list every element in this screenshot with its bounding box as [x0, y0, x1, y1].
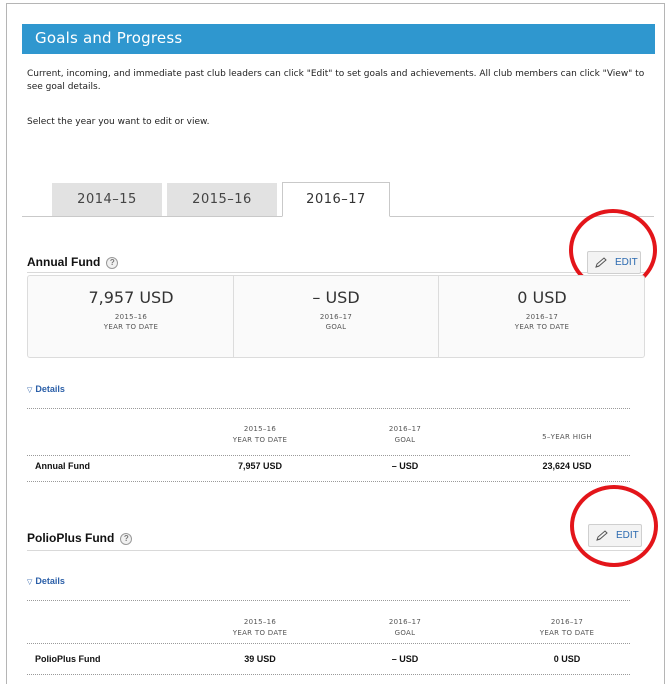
- table-cell: – USD: [391, 461, 419, 471]
- details-divider: [27, 455, 630, 456]
- table-cell: 7,957 USD: [237, 461, 283, 471]
- table-row-label: PolioPlus Fund: [35, 654, 101, 664]
- summary-amount: 0 USD: [517, 288, 567, 307]
- details-divider: [27, 481, 630, 482]
- polioplus-fund-title-label: PolioPlus Fund: [27, 531, 115, 545]
- tab-2015-16[interactable]: 2015–16: [167, 183, 277, 216]
- summary-amount: – USD: [312, 288, 360, 307]
- column-header-year: 2016–17: [388, 618, 422, 626]
- column-header-caption: GOAL: [394, 436, 416, 444]
- select-year-text: Select the year you want to edit or view…: [27, 117, 210, 127]
- column-header: 2015–16 YEAR TO DATE: [205, 424, 315, 446]
- column-header: 2016–17 YEAR TO DATE: [512, 617, 622, 639]
- details-divider: [27, 643, 630, 644]
- annual-fund-rule: [27, 272, 645, 273]
- annual-fund-title-label: Annual Fund: [27, 255, 101, 269]
- annual-fund-details-toggle[interactable]: ▽ Details: [27, 384, 65, 394]
- details-divider: [27, 600, 630, 601]
- details-label: Details: [35, 384, 65, 394]
- page-title: Goals and Progress: [35, 29, 183, 47]
- column-header-year: 2016–17: [550, 618, 584, 626]
- polioplus-fund-rule: [27, 550, 645, 551]
- column-header-caption: 5–YEAR HIGH: [542, 433, 592, 441]
- column-header-caption: GOAL: [394, 629, 416, 637]
- polioplus-fund-details-toggle[interactable]: ▽ Details: [27, 576, 65, 586]
- table-cell: 0 USD: [553, 654, 581, 664]
- help-icon[interactable]: ?: [120, 532, 133, 545]
- column-header: 2016–17 GOAL: [350, 617, 460, 639]
- tab-2016-17[interactable]: 2016–17: [282, 182, 390, 217]
- summary-caption: YEAR TO DATE: [514, 323, 570, 331]
- details-label: Details: [35, 576, 65, 586]
- column-header: 2015–16 YEAR TO DATE: [205, 617, 315, 639]
- polioplus-fund-title: PolioPlus Fund?: [27, 531, 133, 545]
- annual-fund-title: Annual Fund?: [27, 255, 119, 269]
- summary-cell: 7,957 USD 2015–16 YEAR TO DATE: [28, 276, 234, 357]
- column-header-caption: YEAR TO DATE: [232, 436, 288, 444]
- details-divider: [27, 408, 630, 409]
- column-header: 5–YEAR HIGH: [512, 432, 622, 443]
- column-header-year: 2016–17: [388, 425, 422, 433]
- table-cell: – USD: [391, 654, 419, 664]
- summary-amount: 7,957 USD: [88, 288, 174, 307]
- table-cell: 23,624 USD: [542, 461, 592, 471]
- details-divider: [27, 674, 630, 675]
- triangle-down-icon: ▽: [27, 579, 33, 586]
- summary-cell: – USD 2016–17 GOAL: [233, 276, 439, 357]
- annual-fund-summary: 7,957 USD 2015–16 YEAR TO DATE – USD 201…: [27, 275, 645, 358]
- summary-year: 2016–17: [319, 313, 353, 321]
- column-header-year: 2015–16: [243, 618, 277, 626]
- summary-year: 2015–16: [114, 313, 148, 321]
- column-header-year: 2015–16: [243, 425, 277, 433]
- column-header-caption: YEAR TO DATE: [232, 629, 288, 637]
- column-header: 2016–17 GOAL: [350, 424, 460, 446]
- table-row-label: Annual Fund: [35, 461, 90, 471]
- summary-cell: 0 USD 2016–17 YEAR TO DATE: [439, 276, 645, 357]
- column-header-caption: YEAR TO DATE: [539, 629, 595, 637]
- triangle-down-icon: ▽: [27, 387, 33, 394]
- tab-2014-15[interactable]: 2014–15: [52, 183, 162, 216]
- intro-text: Current, incoming, and immediate past cl…: [27, 69, 645, 92]
- section-header: Goals and Progress: [22, 24, 655, 54]
- summary-caption: YEAR TO DATE: [103, 323, 159, 331]
- highlight-circle: [570, 485, 658, 567]
- summary-caption: GOAL: [325, 323, 347, 331]
- help-icon[interactable]: ?: [106, 256, 119, 269]
- table-cell: 39 USD: [244, 654, 276, 664]
- summary-year: 2016–17: [525, 313, 559, 321]
